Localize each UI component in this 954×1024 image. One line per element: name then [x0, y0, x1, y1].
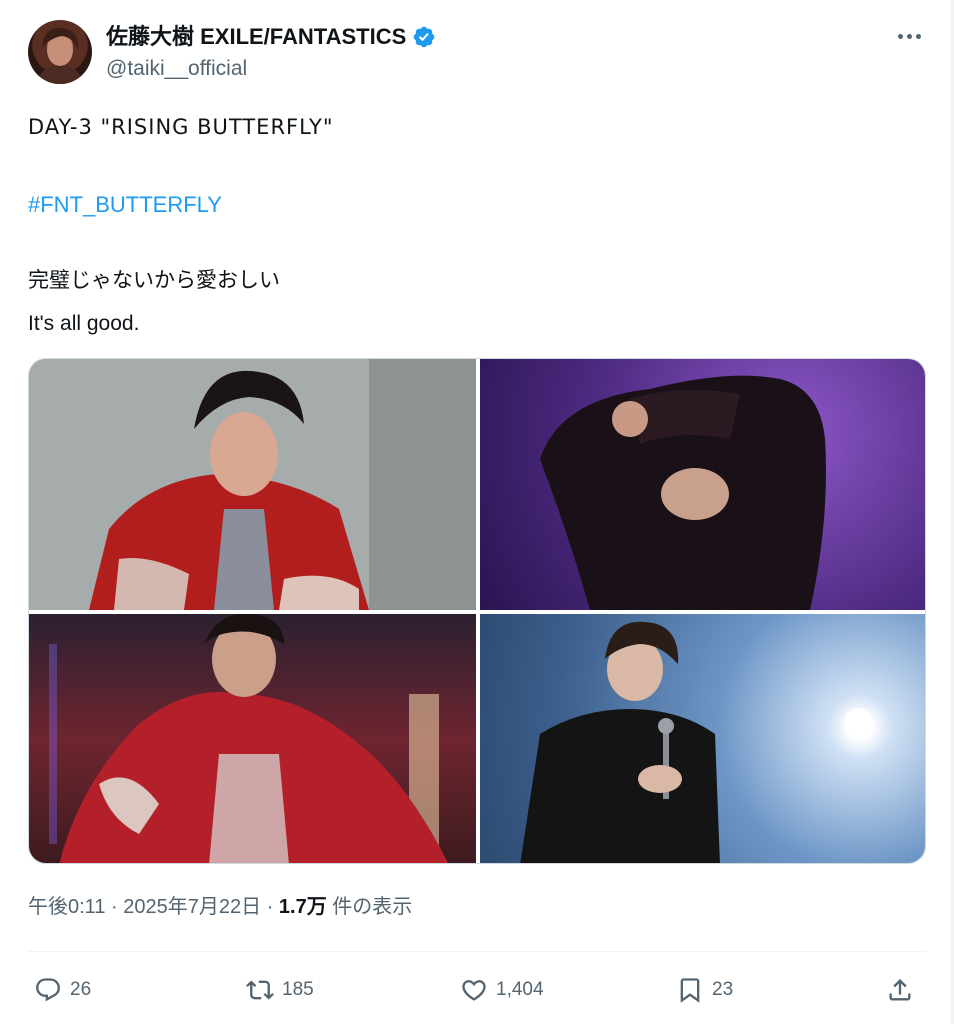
more-options-button[interactable] [894, 24, 924, 48]
photo-1[interactable] [29, 359, 476, 610]
author-names: 佐藤大樹 EXILE/FANTASTICS @taiki__official [106, 22, 436, 84]
more-dot-icon [906, 33, 912, 39]
tweet-text-line-4: It's all good. [28, 312, 140, 335]
tweet-text-line-1: DAY-3 "RISING BUTTERFLY" [28, 115, 334, 139]
divider [28, 951, 926, 952]
meta-separator: · [105, 896, 124, 918]
share-icon [889, 979, 911, 1001]
meta-separator: · [261, 896, 279, 918]
retweet-button[interactable]: 185 [246, 968, 314, 1012]
more-dot-icon [897, 33, 903, 39]
avatar[interactable] [28, 20, 92, 84]
photo-2-image [540, 375, 826, 610]
handle[interactable]: @taiki__official [106, 54, 436, 84]
action-bar: 26 185 1,404 23 [28, 968, 926, 1012]
bookmark-icon [680, 978, 700, 1003]
display-name-row[interactable]: 佐藤大樹 EXILE/FANTASTICS [106, 22, 436, 52]
hashtag-link[interactable]: #FNT_BUTTERFLY [28, 190, 908, 220]
bookmark-button[interactable]: 23 [676, 968, 733, 1012]
photo-1-image [29, 359, 476, 610]
heart-icon [462, 980, 486, 1001]
photo-4-image [520, 621, 872, 863]
tweet-time[interactable]: 午後0:11 [28, 896, 105, 918]
photo-2[interactable] [480, 359, 925, 610]
reply-button[interactable]: 26 [34, 968, 91, 1012]
like-count: 1,404 [496, 979, 544, 1000]
tweet-text-line-3: 完璧じゃないから愛おしい [28, 269, 280, 292]
reply-icon [36, 978, 60, 1002]
views-label: 件の表示 [326, 896, 413, 918]
photo-3-image [49, 614, 448, 863]
bookmark-count: 23 [712, 979, 734, 1000]
avatar-portrait [36, 27, 84, 84]
more-dot-icon [915, 33, 921, 39]
share-button[interactable] [886, 968, 914, 1012]
photo-3[interactable] [29, 614, 476, 863]
display-name[interactable]: 佐藤大樹 EXILE/FANTASTICS [106, 22, 406, 52]
reply-count: 26 [70, 979, 92, 1000]
verified-badge-icon [414, 26, 435, 48]
tweet-date[interactable]: 2025年7月22日 [123, 896, 261, 918]
tweet-meta: 午後0:11 · 2025年7月22日 · 1.7万 件の表示 [28, 892, 412, 922]
like-button[interactable]: 1,404 [460, 968, 544, 1012]
photo-4[interactable] [480, 614, 925, 863]
tweet-header: 佐藤大樹 EXILE/FANTASTICS @taiki__official [28, 20, 926, 84]
media-grid [28, 358, 926, 864]
view-count: 1.7万 [278, 896, 327, 918]
retweet-icon [246, 980, 274, 1000]
retweet-count: 185 [282, 979, 314, 1000]
